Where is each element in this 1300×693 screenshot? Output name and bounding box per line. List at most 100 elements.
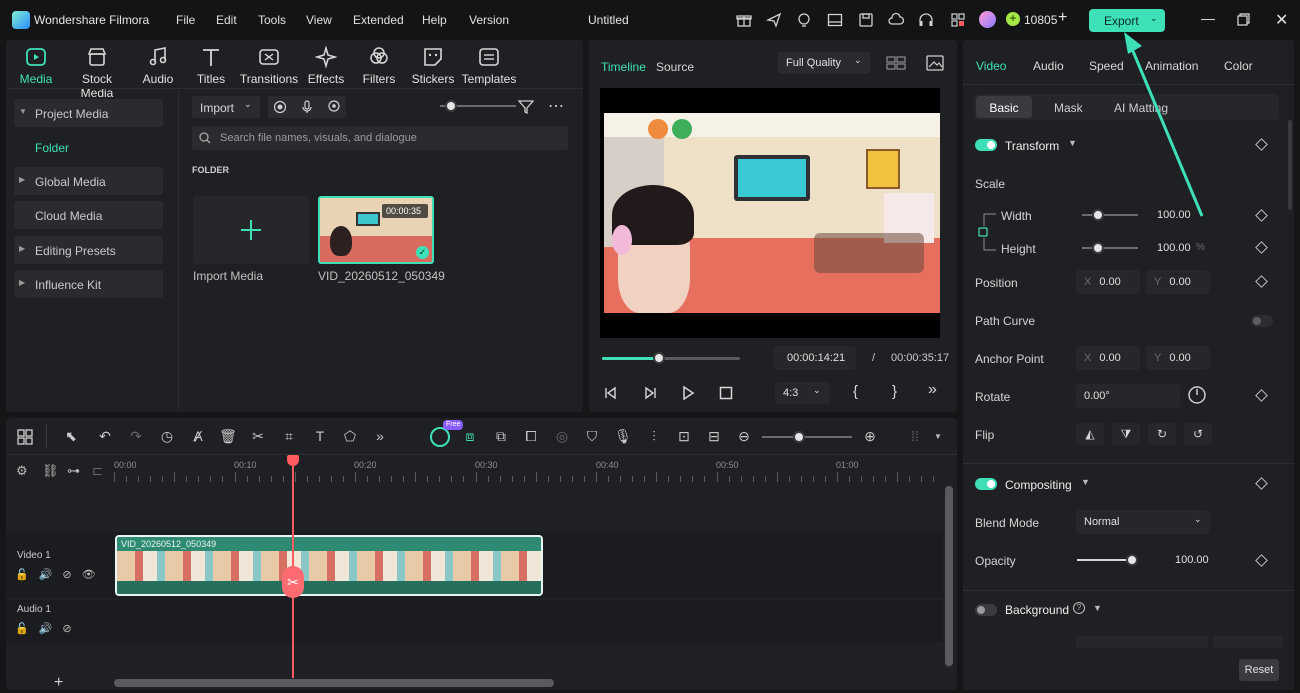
subtab-basic[interactable]: Basic (976, 96, 1032, 118)
tab-titles[interactable]: Titles (181, 44, 241, 86)
height-slider[interactable] (1082, 247, 1138, 249)
ai-copilot-icon[interactable] (430, 427, 450, 447)
tab-timeline[interactable]: Timeline (601, 60, 646, 74)
delete-icon[interactable]: 🗑 (218, 428, 238, 446)
tab-media[interactable]: Media (6, 44, 66, 86)
tab-color[interactable]: Color (1224, 59, 1253, 73)
tab-video[interactable]: Video (976, 59, 1006, 73)
height-slider-handle[interactable] (1092, 242, 1104, 254)
sidebar-item-project-media[interactable]: ▼ Project Media (14, 99, 163, 127)
cloud-upload-icon[interactable] (888, 12, 904, 28)
video-track-controls[interactable]: 🔓🔊⊘👁 (15, 568, 106, 581)
audio-mixer-icon[interactable]: ⫶ (644, 428, 664, 446)
caret-down-icon[interactable]: ▼ (934, 432, 942, 441)
sidebar-item-global-media[interactable]: ▶ Global Media (14, 167, 163, 195)
tab-stock-media[interactable]: Stock Media (67, 44, 127, 100)
next-frame-icon[interactable] (642, 385, 658, 401)
add-credits-icon[interactable]: + (1058, 9, 1067, 27)
caret-down-icon[interactable]: ▼ (1081, 477, 1090, 487)
tab-source[interactable]: Source (656, 60, 694, 74)
compositing-toggle[interactable] (975, 478, 997, 490)
shape-icon[interactable]: ⬠ (340, 428, 360, 446)
height-value[interactable]: 100.00 (1157, 242, 1191, 254)
redo-icon[interactable]: ↷ (126, 428, 146, 446)
snapshot-frame-icon[interactable]: ⊟ (704, 428, 724, 446)
zoom-out-icon[interactable]: ⊖ (734, 428, 754, 446)
current-time[interactable]: 00:00:14:21 (773, 346, 856, 370)
undo-icon[interactable]: ↶ (95, 428, 115, 446)
rotate-field[interactable]: 0.00° (1076, 384, 1180, 408)
background-type-dropdown[interactable] (1076, 636, 1208, 648)
import-media-tile[interactable] (193, 196, 309, 264)
menu-edit[interactable]: Edit (216, 13, 237, 27)
image-edit-icon[interactable]: ⧠ (521, 428, 541, 446)
tab-effects[interactable]: Effects (296, 44, 356, 86)
video-clip[interactable]: VID_20260512_050349 (115, 535, 543, 596)
lightbulb-icon[interactable] (796, 12, 812, 28)
unlink-icon[interactable]: ⛓ (42, 463, 59, 479)
sidebar-item-folder[interactable]: Folder (35, 141, 69, 155)
anchor-x-field[interactable]: X 0.00 (1076, 346, 1140, 370)
menu-version[interactable]: Version (469, 13, 509, 27)
tab-audio-props[interactable]: Audio (1033, 59, 1064, 73)
path-curve-toggle[interactable] (1251, 315, 1273, 327)
record-screen-icon[interactable] (273, 100, 287, 114)
stop-icon[interactable] (719, 386, 733, 400)
close-icon[interactable]: ✕ (1275, 10, 1288, 30)
save-icon[interactable] (858, 12, 874, 28)
export-clip-icon[interactable]: ⧉ (491, 428, 511, 446)
apply-all-button[interactable] (1213, 636, 1283, 648)
media-thumbnail[interactable]: 00:00:35 ✓ (318, 196, 434, 264)
voice-record-icon[interactable]: 🎙 (613, 428, 633, 446)
microphone-icon[interactable] (300, 100, 314, 114)
subtitle-icon[interactable]: ⊡ (674, 428, 694, 446)
layout-grid-icon[interactable] (16, 428, 34, 446)
sidebar-item-editing-presets[interactable]: ▶ Editing Presets (14, 236, 163, 264)
apps-grid-icon[interactable] (950, 12, 966, 28)
more-actions-icon[interactable]: » (928, 381, 937, 399)
anchor-y-field[interactable]: Y 0.00 (1146, 346, 1210, 370)
transform-toggle[interactable] (975, 139, 997, 151)
track-settings-icon[interactable]: ⚙ (16, 463, 28, 479)
more-options-icon[interactable]: ⋯ (548, 96, 565, 116)
playhead-handle[interactable] (652, 352, 665, 364)
menu-file[interactable]: File (176, 13, 195, 27)
caret-down-icon[interactable]: ▼ (1068, 138, 1077, 148)
play-icon[interactable] (680, 385, 696, 401)
track-options-icon[interactable]: ⁞⁞ (905, 428, 925, 446)
more-tools-icon[interactable]: » (370, 428, 390, 446)
position-y-field[interactable]: Y 0.00 (1146, 270, 1210, 294)
timeline-horizontal-scrollbar[interactable] (114, 679, 554, 687)
flip-horizontal-icon[interactable]: ◭ (1076, 423, 1104, 445)
restore-icon[interactable] (1237, 13, 1250, 26)
mark-in-icon[interactable]: { (853, 383, 858, 400)
menu-view[interactable]: View (306, 13, 332, 27)
menu-help[interactable]: Help (422, 13, 447, 27)
rotate-dial-icon[interactable] (1187, 385, 1207, 405)
timeline-vertical-scrollbar[interactable] (945, 486, 953, 668)
caret-down-icon[interactable]: ▼ (1093, 603, 1102, 613)
position-x-field[interactable]: X 0.00 (1076, 270, 1140, 294)
previous-frame-icon[interactable] (603, 385, 619, 401)
sidebar-item-cloud-media[interactable]: Cloud Media (14, 201, 163, 229)
playback-progress-track[interactable] (602, 357, 740, 360)
blend-mode-dropdown[interactable]: Normal ⌄ (1076, 510, 1210, 534)
layout-icon[interactable] (827, 12, 843, 28)
crop-icon[interactable]: ⌗ (279, 428, 299, 446)
search-input[interactable]: Search file names, visuals, and dialogue (192, 126, 568, 150)
zoom-slider-handle[interactable] (793, 431, 805, 443)
export-button[interactable]: Export ⌄ (1089, 9, 1165, 32)
zoom-in-icon[interactable]: ⊕ (860, 428, 880, 446)
help-icon[interactable]: ? (1073, 602, 1085, 614)
add-track-icon[interactable]: + (54, 674, 63, 692)
track-layout-icon[interactable]: ⊏ (92, 463, 103, 479)
rotate-left-icon[interactable]: ↺ (1184, 423, 1212, 445)
subtab-mask[interactable]: Mask (1054, 101, 1083, 115)
tab-stickers[interactable]: Stickers (403, 44, 463, 86)
smart-cut-icon[interactable]: ⧈ (460, 428, 480, 446)
background-toggle[interactable] (975, 604, 997, 616)
opacity-value[interactable]: 100.00 (1175, 554, 1209, 566)
tab-templates[interactable]: Templates (459, 44, 519, 86)
select-tool-icon[interactable]: ⬉ (61, 428, 81, 446)
grid-view-icon[interactable] (886, 55, 906, 71)
